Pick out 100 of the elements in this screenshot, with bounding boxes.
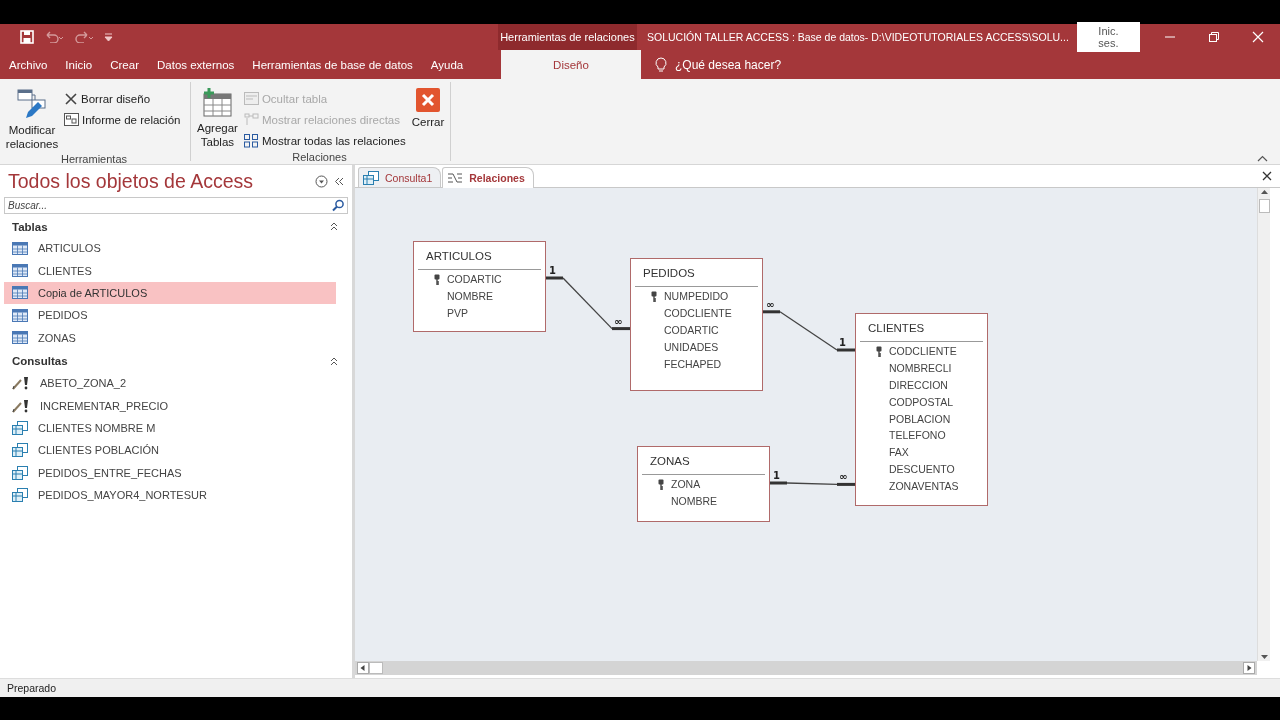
cardinality-label: ∞ [766,298,775,310]
field-name: CODCLIENTE [664,307,732,320]
nav-item[interactable]: PEDIDOS [4,304,336,327]
field-name: FECHAPED [664,357,722,370]
field-name: FAX [889,446,909,459]
query-icon [363,170,379,185]
context-tab-label: Herramientas de relaciones [497,24,637,50]
scroll-down-icon[interactable] [1259,652,1269,661]
field-name: UNIDADES [664,340,719,353]
table-box[interactable]: PEDIDOS NUMPEDIDO CODCLIENTE CODARTIC UNIDADES FECHAPED [630,258,763,391]
table-icon [12,308,28,322]
ribbon-button[interactable]: Agregar Tablas [195,86,240,151]
field-name: NOMBRECLI [889,362,952,375]
table-box[interactable]: ARTICULOS CODARTIC NOMBRE PVP [413,241,546,332]
nav-item[interactable]: INCREMENTAR_PRECIO [4,394,336,417]
ribbon-tab[interactable]: Archivo [0,50,57,79]
report-icon [64,113,79,126]
sign-in-button[interactable]: Inic. ses. [1076,22,1140,52]
table-name: CLIENTES [860,314,983,342]
table-box[interactable]: ZONAS ZONA NOMBRE [637,446,770,522]
query-icon [12,465,28,480]
ribbon-button[interactable]: Modificar relaciones [4,86,60,153]
ribbon-tab[interactable]: Diseño [501,50,641,79]
lightbulb-icon [655,56,667,73]
nav-item[interactable]: CLIENTES NOMBRE M [4,416,336,440]
close-icon[interactable] [1262,171,1272,181]
group-header[interactable]: Tablas [12,220,330,233]
ribbon-button[interactable]: Cerrar [409,86,447,131]
field-name: POBLACION [889,412,951,425]
relationship-line[interactable] [546,276,630,331]
nav-item[interactable]: CLIENTES [4,259,336,282]
field-name: NOMBRE [447,290,494,303]
field-name: CODARTIC [447,273,502,286]
menu-dropdown-icon[interactable] [315,174,328,188]
customize-icon[interactable] [104,32,113,42]
pencil-exclamation-icon [12,398,30,413]
relationship-line[interactable] [763,310,855,352]
add-table-icon [201,88,234,118]
table-name: PEDIDOS [635,259,758,287]
nav-item[interactable]: Copia de ARTICULOS [4,281,336,305]
relationships-icon [447,172,464,184]
nav-item[interactable]: ARTICULOS [4,237,336,260]
field-name: CODCLIENTE [889,345,957,358]
field-name: DIRECCION [889,379,948,391]
save-icon[interactable] [20,30,34,44]
table-icon [12,331,28,345]
query-icon [12,420,28,435]
cardinality-label: ∞ [614,315,623,327]
document-tab[interactable]: Relaciones [442,167,534,188]
pane-title: Todos los objetos de Access [8,169,254,193]
collapse-pane-icon[interactable] [334,176,344,186]
restore-icon[interactable] [1208,31,1220,43]
chevron-icon[interactable] [330,356,338,366]
relationship-line[interactable] [770,481,855,486]
nav-item[interactable]: ZONAS [4,326,336,349]
ribbon-tab[interactable]: Ayuda [421,50,473,79]
ribbon-tab[interactable]: Datos externos [148,50,244,79]
nav-item[interactable]: CLIENTES POBLACIÓN [4,439,336,462]
pencil-exclamation-icon [12,376,30,391]
nav-item[interactable]: ABETO_ZONA_2 [4,371,336,395]
field-name: CODPOSTAL [889,395,953,408]
close-icon [416,88,441,112]
ribbon-button[interactable]: Mostrar todas las relaciones [241,130,408,151]
chevron-icon[interactable] [330,222,338,231]
clear-icon [64,91,78,106]
ribbon-tab[interactable]: Crear [101,50,148,79]
field-name: NUMPEDIDO [664,290,729,303]
direct-relations-icon [243,113,259,126]
query-icon [12,488,28,503]
ribbon-tab[interactable]: Inicio [56,50,102,79]
hide-table-icon [243,92,259,105]
table-icon [12,241,28,255]
field-name: PVP [447,307,468,319]
table-name: ARTICULOS [418,242,541,270]
scroll-up-icon[interactable] [1259,188,1269,197]
scroll-left-icon[interactable] [357,662,369,674]
group-label: Relaciones [291,151,348,165]
table-name: ZONAS [642,447,765,475]
scroll-right-icon[interactable] [1243,662,1255,674]
nav-item[interactable]: PEDIDOS_ENTRE_FECHAS [4,461,336,484]
undo-icon[interactable] [44,31,64,43]
collapse-ribbon-icon[interactable] [1257,155,1268,162]
scrollbar-thumb[interactable] [369,662,383,674]
field-name: TELEFONO [889,429,946,442]
ribbon-button[interactable]: Informe de relación [62,109,183,130]
group-header[interactable]: Consultas [12,355,330,368]
scrollbar-thumb[interactable] [1258,199,1270,213]
ribbon-button[interactable]: Borrar diseño [62,88,183,109]
redo-icon[interactable] [74,31,94,43]
field-name: ZONA [671,478,701,491]
document-tab[interactable]: Consulta1 [358,167,442,187]
table-icon [12,264,28,278]
status-text: Preparado [7,682,57,694]
relations-grid-icon [243,133,259,148]
tell-me-field[interactable]: ¿Qué desea hacer? [675,57,782,72]
table-box[interactable]: CLIENTES CODCLIENTE NOMBRECLI DIRECCION CODPOSTAL POBLACION TELEFONO FAX DESCUENTO ZONAVENTAS [855,313,988,506]
nav-item[interactable]: PEDIDOS_MAYOR4_NORTESUR [4,483,336,507]
window-title: SOLUCIÓN TALLER ACCESS : Base de datos- D:\VIDEOTUTORIALES ACCESS\SOLU... [645,31,1069,43]
ribbon-tab[interactable]: Herramientas de base de datos [243,50,422,79]
relationship-edit-icon [16,88,48,120]
